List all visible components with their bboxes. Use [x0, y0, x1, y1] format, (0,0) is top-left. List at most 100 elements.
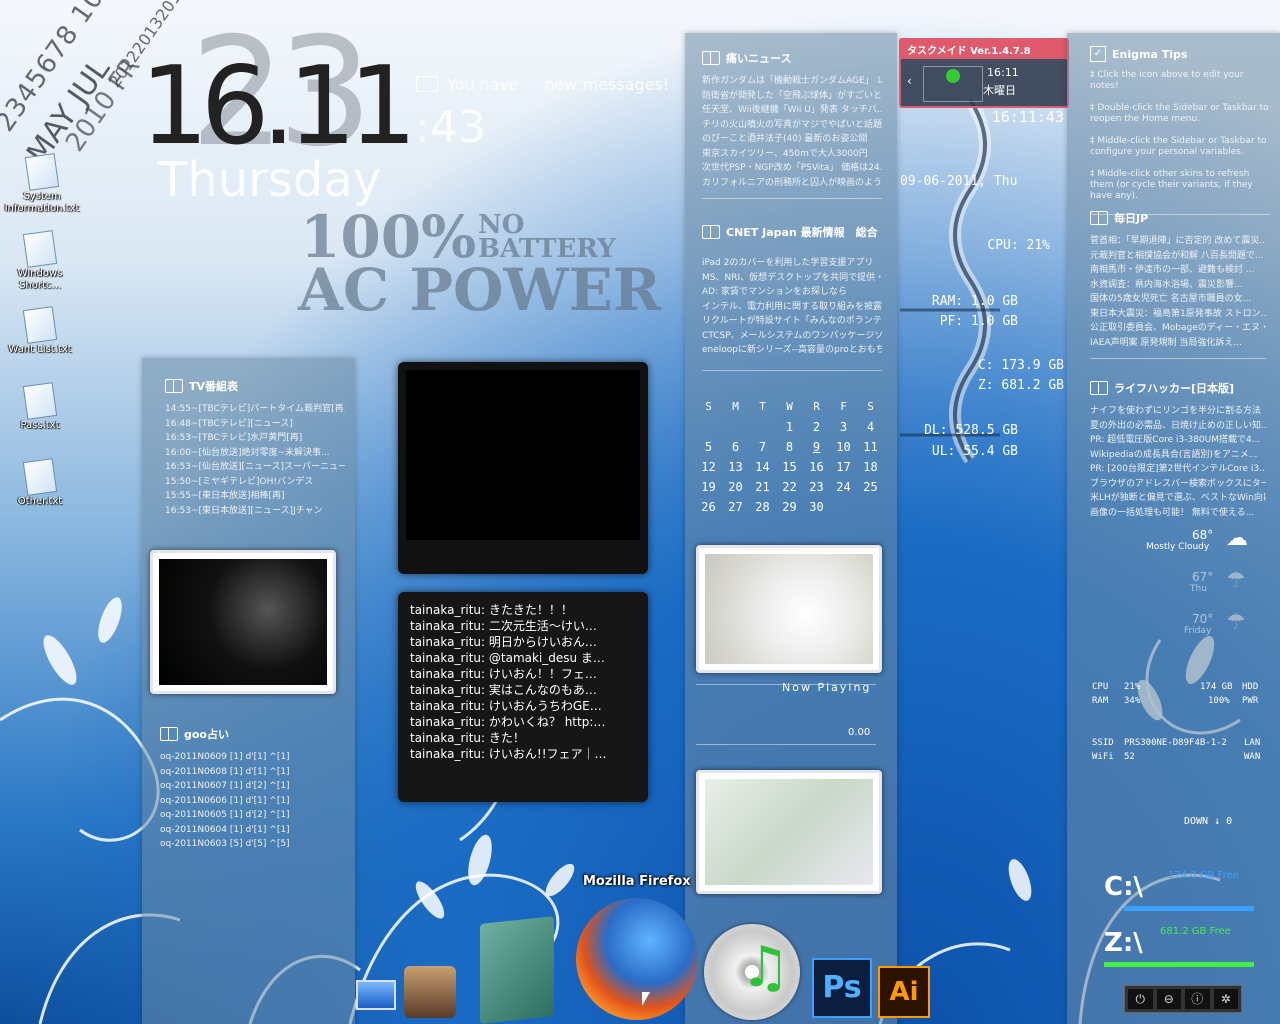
list-item[interactable]: 東日本大震災：福島第1原発事故 ストロン... [1090, 307, 1266, 322]
taskmaid-widget[interactable]: タスクメイド Ver.1.4.7.8 ‹ 16:11 木曜日 [899, 38, 1069, 108]
calendar-day-cell[interactable]: 26 [695, 500, 722, 520]
tweet-item[interactable]: tainaka_ritu: けいおんうちわGE… [410, 698, 636, 714]
list-item[interactable]: 南相馬市・伊達市の一部、避難も検討 ... [1090, 263, 1266, 278]
photo-frame-fox[interactable] [696, 545, 882, 673]
list-item[interactable]: 15:50~[ミヤギテレビ]OH!バンデス [165, 475, 345, 490]
list-item[interactable]: 東京スカイツリー、450mで大人3000円 [702, 147, 882, 162]
settings-icon[interactable]: ✲ [1213, 989, 1238, 1009]
list-item[interactable]: ブラウザのアドレスバー検索ボックスにターン... [1090, 477, 1266, 492]
media-player-widget[interactable] [398, 362, 648, 574]
calendar-day-cell[interactable]: 10 [830, 440, 857, 460]
calendar-day-cell[interactable]: 13 [722, 460, 749, 480]
chevron-left-icon[interactable]: ‹ [907, 74, 912, 88]
list-item[interactable]: 公正取引委員会、Mobageのディー・エヌ・エ... [1090, 321, 1266, 336]
list-item[interactable]: PR: [200台限定]第2世代インテルCore i3... [1090, 462, 1266, 477]
list-item[interactable]: 14:55~[TBCテレビ]パートタイム裁判官[再] [165, 402, 345, 417]
itunes-icon[interactable]: ♫ [704, 924, 800, 1020]
info-icon[interactable]: ⓘ [1185, 989, 1210, 1009]
calendar-today-cell[interactable]: 9 [803, 440, 830, 460]
anime-character-icon[interactable] [404, 966, 456, 1018]
tweet-item[interactable]: tainaka_ritu: けいおん！！フェ… [410, 666, 636, 682]
list-item[interactable]: 16:53~[仙台放送][ニュース]スーパーニュース [165, 460, 345, 475]
tweet-item[interactable]: tainaka_ritu: @tamaki_desu ま… [410, 650, 636, 666]
calendar-day-cell[interactable]: 14 [749, 460, 776, 480]
calendar-day-cell[interactable]: 4 [857, 420, 884, 440]
tweet-item[interactable]: tainaka_ritu: 明日からけいおん… [410, 634, 636, 650]
tweet-item[interactable]: tainaka_ritu: 二次元生活～けい… [410, 618, 636, 634]
tweet-item[interactable]: tainaka_ritu: 実はこんなのもあ… [410, 682, 636, 698]
desktop-icon-other[interactable]: Other.txt [0, 458, 80, 508]
list-item[interactable]: チリの火山噴火の写真がマジでやばいと話題に [702, 118, 882, 133]
list-item[interactable]: oq-2011N0608 [1] d'[1] ^[1] [160, 765, 350, 780]
tweet-item[interactable]: tainaka_ritu: きた！ [410, 730, 636, 746]
list-item[interactable]: のびーこと酒井法子(40) 最新のお姿公開 [702, 132, 882, 147]
calendar-day-cell[interactable]: 29 [776, 500, 803, 520]
list-item[interactable]: 新作ガンダムは「機動戦士ガンダムAGE」 レ... [702, 74, 882, 89]
desktop-icon-system-information[interactable]: System Information.txt [2, 153, 82, 215]
calendar-day-cell[interactable]: 2 [803, 420, 830, 440]
weather-widget[interactable]: 68° Mostly Cloudy ☁ 67° Thu ☂ 70° Friday… [1140, 526, 1260, 652]
firefox-icon[interactable] [576, 898, 698, 1020]
list-item[interactable]: oq-2011N0605 [1] d'[2] ^[1] [160, 808, 350, 823]
list-item[interactable]: インテル、電力利用に関する取り組みを披露... [702, 300, 882, 315]
calendar-day-cell[interactable]: 30 [803, 500, 830, 520]
desktop-icon-want-list[interactable]: Want List.txt [0, 306, 80, 356]
list-item[interactable]: 15:55~[東日本放送]相棒[再] [165, 489, 345, 504]
shutdown-icon[interactable]: ⏻ [1128, 989, 1153, 1009]
calendar-day-cell[interactable]: 1 [776, 420, 803, 440]
computer-icon[interactable] [352, 976, 398, 1016]
calendar-day-cell[interactable]: 5 [695, 440, 722, 460]
calendar-day-cell[interactable]: 17 [830, 460, 857, 480]
calendar-day-cell[interactable]: 18 [857, 460, 884, 480]
calendar-day-cell[interactable]: 27 [722, 500, 749, 520]
list-item[interactable]: 国体の5歳女児死亡 名古屋市職員の女... [1090, 292, 1266, 307]
calendar-day-cell[interactable]: 21 [749, 480, 776, 500]
list-item[interactable]: ナイフを使わずにリンゴを半分に割る方法 [1090, 404, 1266, 419]
calendar-day-cell[interactable]: 28 [749, 500, 776, 520]
list-item[interactable]: 16:53~[TBCテレビ]水戸黄門[再] [165, 431, 345, 446]
mail-icon[interactable] [416, 76, 438, 92]
list-item[interactable]: IAEA声明案 原発規制 当局強化訴え... [1090, 336, 1266, 351]
list-item[interactable]: oq-2011N0607 [1] d'[2] ^[1] [160, 779, 350, 794]
list-item[interactable]: oq-2011N0606 [1] d'[1] ^[1] [160, 794, 350, 809]
photoshop-icon[interactable]: Ps [812, 958, 872, 1018]
list-item[interactable]: eneloopに新シリーズ--高容量のproとおもち... [702, 343, 882, 358]
list-item[interactable]: 次世代PSP・NGP改め「PSVita」 価格は24... [702, 161, 882, 176]
list-item[interactable]: 水資調査：県内海水浴場、震災影響... [1090, 278, 1266, 293]
calendar-day-cell[interactable]: 22 [776, 480, 803, 500]
anime-folder-icon[interactable] [480, 916, 554, 1024]
list-item[interactable]: Wikipediaの成長具合(言語別)をアニメ... [1090, 448, 1266, 463]
sleep-icon[interactable]: ⊖ [1156, 989, 1181, 1009]
calendar-day-cell[interactable]: 20 [722, 480, 749, 500]
list-item[interactable]: oq-2011N0609 [1] d'[1] ^[1] [160, 750, 350, 765]
photo-frame-haruhi[interactable] [696, 770, 882, 894]
illustrator-icon[interactable]: Ai [878, 966, 930, 1018]
calendar-day-cell[interactable]: 8 [776, 440, 803, 460]
list-item[interactable]: 16:00~[仙台放送]絶対零度~未解決事... [165, 446, 345, 461]
list-item[interactable]: AD: 家賃でマンションをお探しなら [702, 285, 882, 300]
list-item[interactable]: PR: 超低電圧版Core i3-380UM搭載で4... [1090, 433, 1266, 448]
list-item[interactable]: 防衛省が開発した「空飛ぶ球体」がすごいと... [702, 89, 882, 104]
calendar-day-cell[interactable]: 25 [857, 480, 884, 500]
calendar-day-cell[interactable]: 15 [776, 460, 803, 480]
list-item[interactable]: 菅首相：「早期退陣」に否定的 改めて震災... [1090, 234, 1266, 249]
photo-frame-dancer[interactable] [150, 550, 336, 694]
desktop-icon-pass[interactable]: Pass.txt [0, 382, 80, 432]
list-item[interactable]: 夏の外出の必需品、日焼け止めの正しい知... [1090, 419, 1266, 434]
calendar-day-cell[interactable]: 24 [830, 480, 857, 500]
calendar-day-cell[interactable]: 16 [803, 460, 830, 480]
list-item[interactable]: 米LHが独断と偏見で選ぶ、ベストなWin向け... [1090, 491, 1266, 506]
tweet-item[interactable]: tainaka_ritu: かわいくね？ http:… [410, 714, 636, 730]
calendar-day-cell[interactable]: 6 [722, 440, 749, 460]
list-item[interactable]: 元裁判官と相撲協会が和解 八百長問題で... [1090, 249, 1266, 264]
list-item[interactable]: MS、NRI、仮想デスクトップを共同で提供・N... [702, 271, 882, 286]
list-item[interactable]: 画像の一括処理も可能！ 無料で使える... [1090, 506, 1266, 521]
calendar-day-cell[interactable]: 3 [830, 420, 857, 440]
list-item[interactable]: リクルートが特設サイト「みんなのボランティア」... [702, 314, 882, 329]
notes-icon[interactable]: ✓ [1090, 46, 1106, 62]
calendar-day-cell[interactable]: 11 [857, 440, 884, 460]
list-item[interactable]: iPad 2のカバーを利用した学習支援アプリ [702, 256, 882, 271]
tweet-item[interactable]: tainaka_ritu: けいおん!!フェア｜… [410, 746, 636, 762]
list-item[interactable]: CTCSP、メールシステムのワンパッケージソフト... [702, 329, 882, 344]
calendar-day-cell[interactable]: 12 [695, 460, 722, 480]
